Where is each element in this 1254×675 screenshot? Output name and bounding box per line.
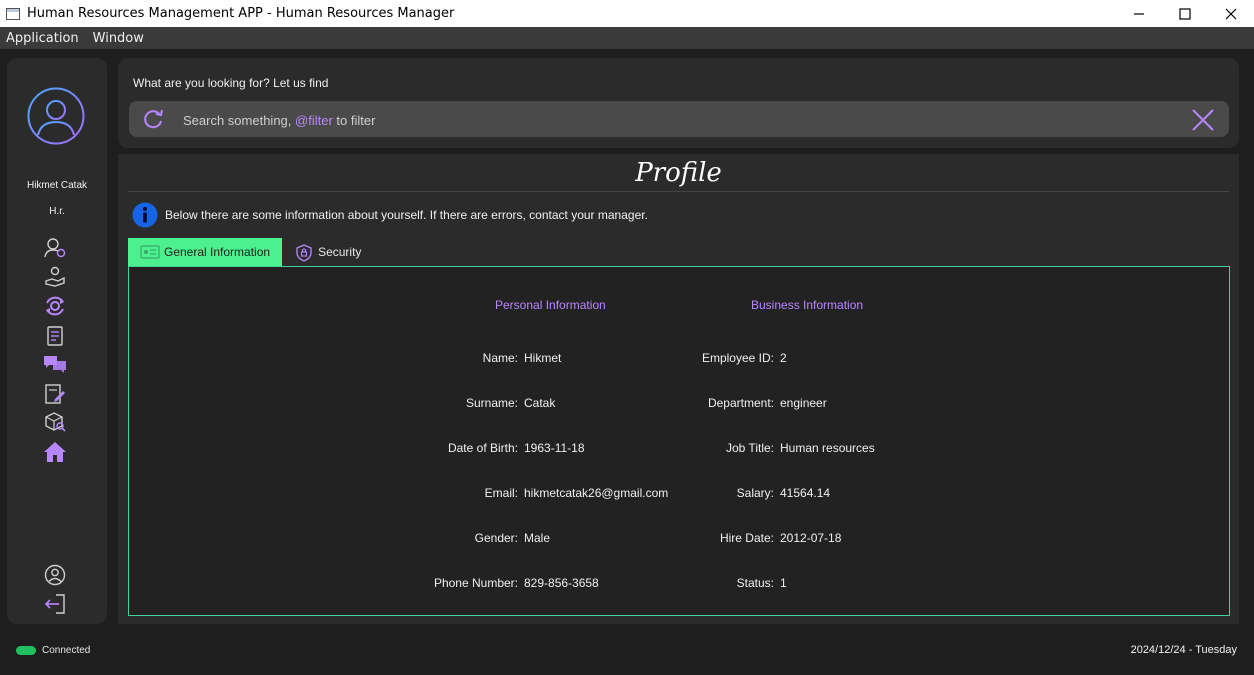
clear-search-icon[interactable] bbox=[1191, 108, 1215, 132]
field-value: 1 bbox=[780, 576, 787, 590]
personal-row-phone-number: Phone Number: 829-856-3658 bbox=[329, 576, 599, 590]
field-label: Email: bbox=[484, 486, 518, 500]
field-label: Job Title: bbox=[725, 441, 774, 455]
sidebar-user-role: H.r. bbox=[49, 206, 65, 217]
field-label: Phone Number: bbox=[433, 576, 518, 590]
id-card-icon bbox=[140, 244, 160, 260]
field-label: Status: bbox=[736, 576, 774, 590]
personal-row-name: Name: Hikmet bbox=[329, 351, 562, 365]
chat-icon[interactable] bbox=[43, 353, 67, 375]
logout-icon[interactable] bbox=[43, 593, 67, 615]
general-information-content: Personal Information Business Informatio… bbox=[128, 266, 1230, 616]
title-divider bbox=[128, 191, 1229, 192]
user-avatar-icon bbox=[27, 87, 85, 145]
personal-row-surname: Surname: Catak bbox=[329, 396, 555, 410]
window-controls bbox=[1116, 0, 1254, 27]
menu-window[interactable]: Window bbox=[87, 31, 152, 46]
app-icon bbox=[6, 7, 20, 20]
search-placeholder-filter: @filter bbox=[295, 113, 333, 128]
search-panel: What are you looking for? Let us find Se… bbox=[118, 58, 1239, 148]
business-information-heading: Business Information bbox=[751, 298, 864, 312]
connection-status-text: Connected bbox=[42, 645, 91, 656]
personal-row-gender: Gender: Male bbox=[329, 531, 550, 545]
field-value: 829-856-3658 bbox=[524, 576, 599, 590]
minimize-icon[interactable] bbox=[1116, 0, 1162, 27]
business-row-job-title: Job Title: Human resources bbox=[624, 441, 875, 455]
field-label: Hire Date: bbox=[719, 531, 774, 545]
window-title: Human Resources Management APP - Human R… bbox=[27, 6, 455, 21]
personal-information-heading: Personal Information bbox=[495, 298, 606, 312]
user-settings-icon[interactable] bbox=[43, 237, 67, 259]
business-row-department: Department: engineer bbox=[624, 396, 827, 410]
profile-icon[interactable] bbox=[43, 564, 67, 586]
personal-row-date-of-birth: Date of Birth: 1963-11-18 bbox=[329, 441, 585, 455]
field-value: 2012-07-18 bbox=[780, 531, 842, 545]
menu-bar: Application Window bbox=[0, 27, 1254, 49]
tab-general-information-label: General Information bbox=[164, 245, 271, 259]
field-label: Date of Birth: bbox=[447, 441, 518, 455]
info-message: Below there are some information about y… bbox=[132, 202, 648, 228]
field-label: Salary: bbox=[736, 486, 774, 500]
edit-document-icon[interactable] bbox=[43, 383, 67, 405]
refresh-icon[interactable] bbox=[143, 109, 165, 129]
profile-panel: Profile Below there are some information… bbox=[118, 154, 1239, 624]
current-date: 2024/12/24 - Tuesday bbox=[1130, 644, 1237, 656]
field-value: Human resources bbox=[780, 441, 875, 455]
field-value: 41564.14 bbox=[780, 486, 831, 500]
business-row-salary: Salary: 41564.14 bbox=[624, 486, 830, 500]
business-row-status: Status: 1 bbox=[624, 576, 787, 590]
title-bar: Human Resources Management APP - Human R… bbox=[0, 0, 1254, 27]
sidebar: Hikmet Catak H.r. bbox=[7, 58, 107, 624]
personal-row-email: Email: hikmetcatak26@gmail.com bbox=[329, 486, 669, 500]
field-value: 2 bbox=[780, 351, 787, 365]
field-value: Catak bbox=[524, 396, 556, 410]
field-value: Hikmet bbox=[524, 351, 562, 365]
maximize-icon[interactable] bbox=[1162, 0, 1208, 27]
profile-tabs: General Information Security bbox=[128, 238, 373, 266]
field-value: Male bbox=[524, 531, 551, 545]
field-label: Department: bbox=[707, 396, 774, 410]
package-search-icon[interactable] bbox=[43, 411, 67, 433]
connection-indicator-icon bbox=[16, 646, 36, 655]
tab-security-label: Security bbox=[318, 245, 362, 259]
info-icon bbox=[132, 202, 158, 228]
business-row-employee-id: Employee ID: 2 bbox=[624, 351, 787, 365]
tab-security[interactable]: Security bbox=[282, 238, 373, 266]
tab-general-information[interactable]: General Information bbox=[128, 238, 283, 266]
field-label: Gender: bbox=[474, 531, 518, 545]
document-icon[interactable] bbox=[43, 325, 67, 347]
search-input[interactable]: Search something, @filter to filter bbox=[129, 101, 1229, 137]
business-row-hire-date: Hire Date: 2012-07-18 bbox=[624, 531, 841, 545]
connection-status: Connected bbox=[16, 645, 90, 656]
hand-care-icon[interactable] bbox=[43, 266, 67, 288]
field-label: Name: bbox=[482, 351, 518, 365]
search-placeholder-suffix: to filter bbox=[332, 113, 376, 128]
field-label: Employee ID: bbox=[701, 351, 774, 365]
field-value: 1963-11-18 bbox=[524, 441, 585, 455]
home-icon[interactable] bbox=[43, 441, 67, 463]
search-placeholder: Search something, @filter to filter bbox=[183, 113, 375, 128]
sync-settings-icon[interactable] bbox=[43, 295, 67, 317]
search-prompt: What are you looking for? Let us find bbox=[133, 76, 329, 90]
info-text: Below there are some information about y… bbox=[165, 208, 648, 222]
menu-application[interactable]: Application bbox=[0, 31, 87, 46]
sidebar-user-name: Hikmet Catak bbox=[26, 180, 87, 191]
field-value: engineer bbox=[780, 396, 827, 410]
field-label: Surname: bbox=[465, 396, 518, 410]
close-icon[interactable] bbox=[1208, 0, 1254, 27]
search-placeholder-prefix: Search something, bbox=[183, 113, 296, 128]
page-title: Profile bbox=[635, 158, 722, 188]
shield-lock-icon bbox=[294, 244, 314, 262]
